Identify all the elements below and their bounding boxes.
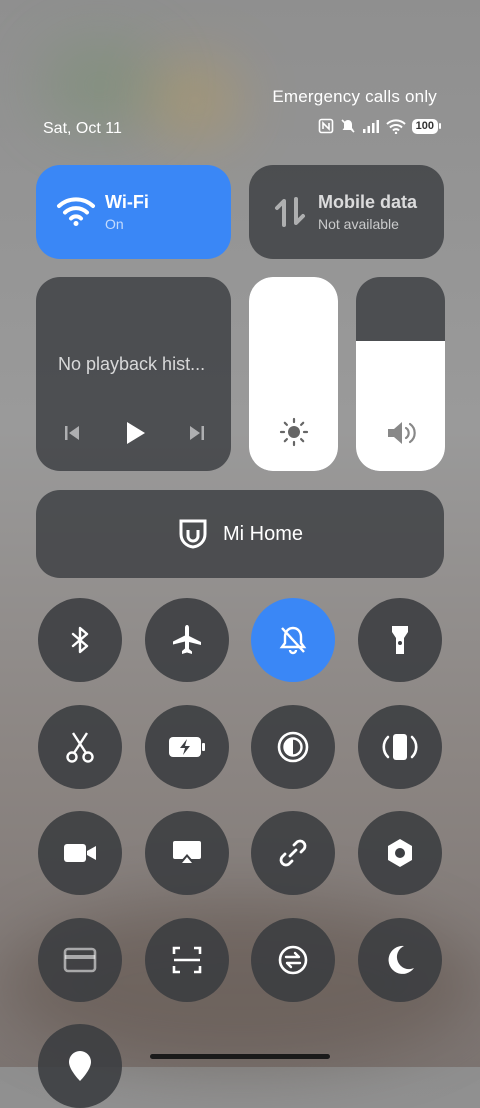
scissors-icon <box>66 732 94 763</box>
wifi-title: Wi-Fi <box>105 192 149 212</box>
background-blur <box>150 60 240 140</box>
scanner-icon <box>172 946 202 974</box>
volume-slider[interactable] <box>356 277 445 471</box>
wifi-status: On <box>105 216 124 232</box>
next-icon[interactable] <box>187 423 207 443</box>
home-indicator[interactable] <box>150 1054 330 1059</box>
settings-hex-icon <box>388 839 412 867</box>
media-controls <box>62 420 207 446</box>
volume-fill <box>356 341 445 471</box>
screenshot-toggle[interactable] <box>38 705 122 789</box>
bluetooth-icon <box>71 626 89 654</box>
vibrate-icon <box>382 734 418 760</box>
mobile-data-status: Not available <box>318 216 399 232</box>
mobile-data-title: Mobile data <box>318 192 418 212</box>
volume-icon <box>387 422 416 444</box>
wallet-toggle[interactable] <box>38 918 122 1002</box>
flashlight-toggle[interactable] <box>358 598 442 682</box>
previous-icon[interactable] <box>62 423 82 443</box>
battery-saver-icon <box>169 737 205 757</box>
flashlight-icon <box>392 626 408 654</box>
location-icon <box>69 1051 91 1081</box>
brightness-slider[interactable] <box>249 277 338 471</box>
airplane-icon <box>173 625 201 654</box>
brightness-icon <box>279 417 308 447</box>
silent-bell-icon <box>341 119 355 133</box>
moon-icon <box>388 945 414 974</box>
battery-saver-toggle[interactable] <box>145 705 229 789</box>
wifi-tile[interactable]: Wi-Fi On <box>36 165 231 259</box>
screen-recorder-toggle[interactable] <box>38 811 122 895</box>
reading-mode-toggle[interactable] <box>251 705 335 789</box>
link-icon <box>279 839 307 867</box>
location-toggle[interactable] <box>38 1024 122 1108</box>
mobile-data-icon <box>275 197 305 227</box>
airplane-toggle[interactable] <box>145 598 229 682</box>
wifi-icon <box>385 118 406 134</box>
settings-toggle[interactable] <box>358 811 442 895</box>
sync-toggle[interactable] <box>251 918 335 1002</box>
background-blur <box>40 40 160 130</box>
nfc-icon <box>318 118 333 134</box>
mobile-data-tile[interactable]: Mobile data Not available <box>249 165 444 259</box>
silent-mode-icon <box>279 626 307 655</box>
status-icons: 100 <box>318 118 442 134</box>
mi-home-icon <box>179 519 207 549</box>
card-icon <box>63 947 97 973</box>
play-icon[interactable] <box>122 420 148 446</box>
dark-mode-toggle[interactable] <box>358 918 442 1002</box>
silent-mode-toggle[interactable] <box>251 598 335 682</box>
mi-home-tile[interactable]: Mi Home <box>36 490 444 578</box>
scanner-toggle[interactable] <box>145 918 229 1002</box>
mi-home-label: Mi Home <box>222 522 303 545</box>
signal-icon <box>362 120 379 133</box>
media-placeholder: No playback hist... <box>58 354 206 374</box>
vibrate-toggle[interactable] <box>358 705 442 789</box>
sync-icon <box>278 945 308 975</box>
link-toggle[interactable] <box>251 811 335 895</box>
carrier-status: Emergency calls only <box>272 87 437 106</box>
media-player-tile[interactable]: No playback hist... <box>36 277 231 471</box>
cast-toggle[interactable] <box>145 811 229 895</box>
reading-mode-icon <box>277 731 309 763</box>
date-label: Sat, Oct 11 <box>43 120 122 137</box>
wifi-icon <box>57 197 95 226</box>
video-camera-icon <box>64 844 96 862</box>
cast-icon <box>173 841 201 863</box>
bluetooth-toggle[interactable] <box>38 598 122 682</box>
battery-icon: 100 <box>411 118 442 134</box>
